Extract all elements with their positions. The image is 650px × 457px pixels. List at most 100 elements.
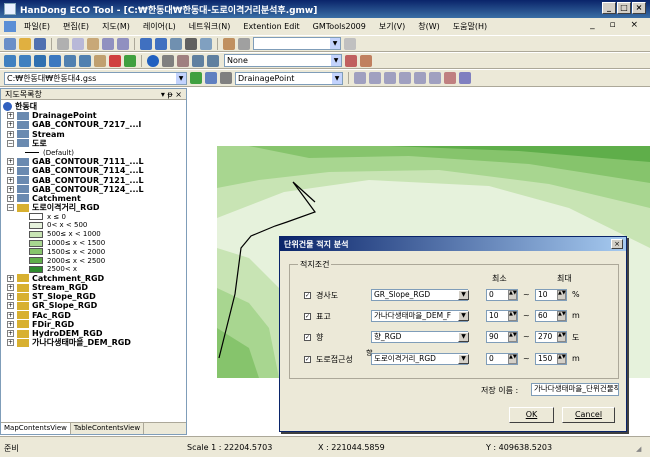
query-icon[interactable] — [207, 54, 219, 67]
resize-grip-icon[interactable]: ◢ — [636, 445, 641, 453]
edit-icon[interactable] — [345, 54, 357, 67]
zoom-extent-icon[interactable] — [49, 54, 61, 67]
redo-icon[interactable] — [117, 37, 129, 50]
preview-icon[interactable] — [170, 37, 182, 50]
condition-checkbox[interactable]: ✓ — [304, 292, 311, 299]
select-icon[interactable] — [109, 54, 121, 67]
menu-extention-edit[interactable]: Extention Edit — [243, 22, 299, 31]
expand-icon[interactable]: + — [7, 130, 14, 138]
layer-item[interactable]: + GAB_CONTOUR_7124_...L — [3, 185, 186, 194]
expand-icon[interactable]: + — [7, 320, 14, 328]
layer-add-icon[interactable] — [223, 37, 235, 50]
zoom-in-icon[interactable] — [64, 54, 76, 67]
layer-item[interactable]: + FDir_RGD — [3, 320, 186, 329]
split-icon[interactable] — [384, 72, 396, 84]
workspace-path-combo[interactable]: C:₩한동대₩한동대4.gss ▼ — [4, 71, 187, 85]
expand-icon[interactable]: + — [7, 330, 14, 338]
label-icon[interactable] — [177, 54, 189, 67]
menu-file[interactable]: 파일(E) — [24, 21, 50, 32]
mdi-controls[interactable]: _ ▫ × — [590, 20, 644, 30]
dialog-close-button[interactable]: × — [611, 239, 623, 249]
none-combo[interactable]: None ▼ — [224, 54, 342, 67]
layer-style-item[interactable]: (Default) — [3, 148, 186, 157]
back-icon[interactable] — [4, 54, 16, 67]
clear-icon[interactable] — [344, 37, 356, 50]
layer-item[interactable]: + DrainagePoint — [3, 111, 186, 120]
menu-edit[interactable]: 편집(E) — [63, 21, 89, 32]
dropdown-arrow-icon[interactable]: ▼ — [458, 290, 469, 300]
cancel-button[interactable]: Cancel — [562, 407, 615, 423]
expand-icon[interactable]: + — [7, 274, 14, 282]
layer-item[interactable]: + ST_Slope_RGD — [3, 292, 186, 301]
maximize-button[interactable]: □ — [617, 2, 631, 14]
vertex-icon[interactable] — [354, 72, 366, 84]
menu-help[interactable]: 도움말(H) — [453, 21, 487, 32]
panel-controls[interactable]: ▾ ᵽ × — [161, 90, 182, 99]
layer-select[interactable]: 가나다생태마을_DEM_F — [371, 310, 468, 322]
tab-table-contents[interactable]: TableContentsView — [71, 423, 145, 434]
layer-item[interactable]: + GAB_CONTOUR_7111_...L — [3, 157, 186, 166]
route-icon[interactable] — [444, 72, 456, 84]
save-icon[interactable] — [34, 37, 46, 50]
expand-icon[interactable]: − — [7, 204, 14, 212]
undo-icon[interactable] — [102, 37, 114, 50]
menu-map[interactable]: 지도(M) — [102, 21, 130, 32]
identify-icon[interactable] — [162, 54, 174, 67]
max-spinner-icon[interactable]: ▲▼ — [557, 290, 566, 300]
expand-icon[interactable]: + — [7, 185, 14, 193]
full-extent-icon[interactable] — [34, 54, 46, 67]
layer-item[interactable]: + Stream_RGD — [3, 283, 186, 292]
print-icon[interactable] — [185, 37, 197, 50]
menu-network[interactable]: 네트워크(N) — [189, 21, 231, 32]
close-button[interactable]: × — [632, 2, 646, 14]
stop-icon[interactable] — [205, 72, 217, 84]
dropdown-arrow-icon[interactable]: ▼ — [458, 354, 469, 364]
tab-map-contents[interactable]: MapContentsView — [1, 423, 71, 434]
expand-icon[interactable]: + — [7, 176, 14, 184]
expand-icon[interactable]: − — [7, 139, 14, 147]
min-spinner-icon[interactable]: ▲▼ — [508, 311, 517, 321]
layer-select[interactable]: 도로이격거리_RGD — [371, 353, 468, 365]
snap-icon[interactable] — [369, 72, 381, 84]
layer-select[interactable]: 향_RGD — [371, 331, 468, 343]
find-icon[interactable] — [238, 37, 250, 50]
measure-icon[interactable] — [124, 54, 136, 67]
ok-button[interactable]: OK — [509, 407, 554, 423]
open-icon[interactable] — [19, 37, 31, 50]
tool-icon[interactable] — [200, 37, 212, 50]
forward-icon[interactable] — [19, 54, 31, 67]
layer-item[interactable]: − 도로 — [3, 139, 186, 148]
layer-item[interactable]: + GAB_CONTOUR_7114_...L — [3, 166, 186, 175]
expand-icon[interactable]: + — [7, 194, 14, 202]
layer-item[interactable]: − 도로이격거리_RGD — [3, 203, 186, 212]
layer-select[interactable]: GR_Slope_RGD — [371, 289, 468, 301]
cut-icon[interactable] — [57, 37, 69, 50]
draw-icon[interactable] — [360, 54, 372, 67]
expand-icon[interactable]: + — [7, 158, 14, 166]
expand-icon[interactable]: + — [7, 167, 14, 175]
merge-icon[interactable] — [414, 72, 426, 84]
play-icon[interactable] — [190, 72, 202, 84]
expand-icon[interactable]: + — [7, 112, 14, 120]
condition-checkbox[interactable]: ✓ — [304, 334, 311, 341]
toolbar-combo[interactable]: ▼ — [253, 37, 341, 50]
max-spinner-icon[interactable]: ▲▼ — [557, 311, 566, 321]
condition-checkbox[interactable]: ✓ — [304, 356, 311, 363]
layer-item[interactable]: + Stream — [3, 130, 186, 139]
tree-root[interactable]: 한동대 — [3, 102, 186, 112]
expand-icon[interactable]: + — [7, 311, 14, 319]
menu-gmtools[interactable]: GMTools2009 — [313, 22, 366, 31]
menu-window[interactable]: 창(W) — [418, 21, 440, 32]
layer-item[interactable]: + GAB_CONTOUR_7121_...L — [3, 176, 186, 185]
min-spinner-icon[interactable]: ▲▼ — [508, 332, 517, 342]
menu-view[interactable]: 보기(V) — [379, 21, 405, 32]
dropdown-arrow-icon[interactable]: ▼ — [458, 311, 469, 321]
expand-icon[interactable]: + — [7, 284, 14, 292]
save-name-input[interactable]: 가나다생태마을_단위건물적지분석 — [531, 383, 619, 396]
window-icon[interactable] — [140, 37, 152, 50]
pan-icon[interactable] — [94, 54, 106, 67]
min-spinner-icon[interactable]: ▲▼ — [508, 354, 517, 364]
max-spinner-icon[interactable]: ▲▼ — [557, 332, 566, 342]
table-icon[interactable] — [155, 37, 167, 50]
layer-props-icon[interactable] — [220, 72, 232, 84]
